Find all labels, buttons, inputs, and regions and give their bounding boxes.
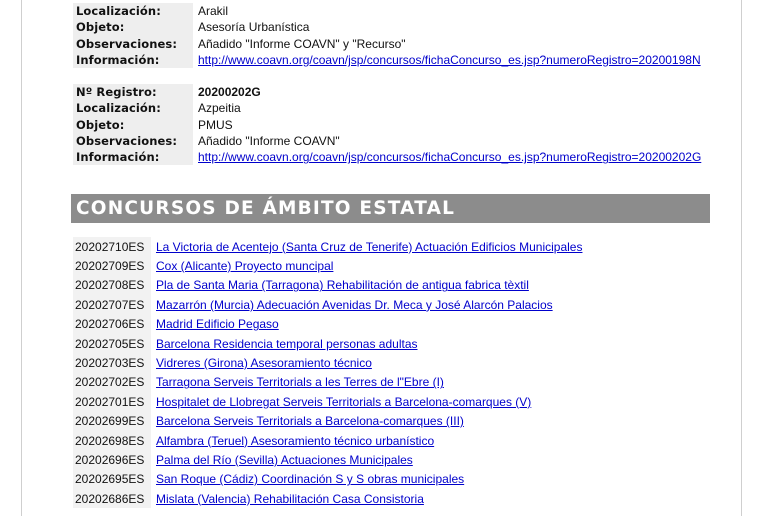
entry-title-cell: Vidreres (Girona) Asesoramiento técnico	[151, 356, 372, 370]
list-item: 20202706ES Madrid Edificio Pegaso	[73, 314, 713, 334]
entry-title-cell: Palma del Río (Sevilla) Actuaciones Muni…	[151, 453, 413, 467]
entry-title-cell: Alfambra (Teruel) Asesoramiento técnico …	[151, 434, 434, 448]
entry-title-cell: Barcelona Residencia temporal personas a…	[151, 337, 418, 351]
list-item: 20202701ES Hospitalet de Llobregat Servei…	[73, 392, 713, 412]
field-label: Nº Registro:	[73, 84, 193, 101]
entry-title-cell: La Victoria de Acentejo (Santa Cruz de T…	[151, 240, 582, 254]
entry-link[interactable]: Madrid Edificio Pegaso	[156, 317, 279, 331]
field-value: Asesoría Urbanística	[198, 20, 310, 35]
list-item: 20202709ES Cox (Alicante) Proyecto muncip…	[73, 256, 713, 276]
entry-code: 20202696ES	[73, 450, 151, 470]
field-localizacion: Localización: Azpeitia	[73, 100, 713, 117]
entry-code: 20202699ES	[73, 411, 151, 431]
informacion-link[interactable]: http://www.coavn.org/coavn/jsp/concursos…	[198, 53, 701, 67]
field-value: Arakil	[198, 4, 229, 19]
entry-code: 20202709ES	[73, 256, 151, 276]
field-label: Objeto:	[73, 116, 193, 133]
entry-link[interactable]: Tarragona Serveis Territorials a les Ter…	[156, 375, 444, 389]
entry-link[interactable]: Mislata (Valencia) Rehabilitación Casa C…	[156, 492, 424, 506]
field-value: Azpeitia	[198, 101, 241, 116]
field-value: http://www.coavn.org/coavn/jsp/concursos…	[193, 149, 701, 165]
field-informacion: Información: http://www.coavn.org/coavn/…	[73, 51, 713, 69]
field-objeto: Objeto: Asesoría Urbanística	[73, 19, 713, 36]
entry-link[interactable]: Cox (Alicante) Proyecto muncipal	[156, 259, 333, 273]
field-informacion: Información: http://www.coavn.org/coavn/…	[73, 149, 713, 166]
entry-title-cell: Cox (Alicante) Proyecto muncipal	[151, 259, 333, 273]
list-item: 20202708ES Pla de Santa Maria (Tarragona)…	[73, 275, 713, 296]
entry-title-cell: Mislata (Valencia) Rehabilitación Casa C…	[151, 492, 424, 506]
entry-title-cell: Mazarrón (Murcia) Adecuación Avenidas Dr…	[151, 298, 553, 312]
concursos-list: 20202710ES La Victoria de Acentejo (Santa…	[73, 237, 713, 509]
section-header: CONCURSOS DE ÁMBITO ESTATAL	[71, 194, 710, 223]
list-item: 20202707ES Mazarrón (Murcia) Adecuación A…	[73, 295, 713, 315]
entry-code: 20202705ES	[73, 333, 151, 354]
field-value: PMUS	[198, 117, 233, 132]
entry-code: 20202686ES	[73, 489, 151, 509]
list-item: 20202703ES Vidreres (Girona) Asesoramient…	[73, 353, 713, 373]
entry-link[interactable]: Alfambra (Teruel) Asesoramiento técnico …	[156, 434, 434, 448]
entry-title-cell: San Roque (Cádiz) Coordinación S y S obr…	[151, 472, 464, 486]
field-label: Objeto:	[73, 19, 193, 36]
entry-link[interactable]: San Roque (Cádiz) Coordinación S y S obr…	[156, 472, 464, 486]
entry-title-cell: Madrid Edificio Pegaso	[151, 317, 279, 331]
entry-link[interactable]: La Victoria de Acentejo (Santa Cruz de T…	[156, 240, 582, 254]
entry-code: 20202707ES	[73, 295, 151, 315]
field-label: Localización:	[73, 3, 193, 20]
field-value: Añadido "Informe COAVN"	[198, 134, 340, 149]
entry-title-cell: Pla de Santa Maria (Tarragona) Rehabilit…	[151, 278, 529, 292]
field-value: http://www.coavn.org/coavn/jsp/concursos…	[193, 52, 701, 68]
field-objeto: Objeto: PMUS	[73, 116, 713, 133]
entry-link[interactable]: Pla de Santa Maria (Tarragona) Rehabilit…	[156, 278, 529, 292]
entry-code: 20202708ES	[73, 275, 151, 296]
entry-code: 20202702ES	[73, 372, 151, 393]
field-label: Localización:	[73, 100, 193, 117]
entry-title-cell: Hospitalet de Llobregat Serveis Territor…	[151, 395, 531, 409]
field-value: 20200202G	[198, 85, 261, 100]
list-item: 20202699ES Barcelona Serveis Territorials…	[73, 411, 713, 431]
record-arakil: Localización: Arakil Objeto: Asesoría Ur…	[73, 3, 713, 69]
entry-code: 20202706ES	[73, 314, 151, 334]
field-label: Observaciones:	[73, 35, 193, 52]
list-item: 20202695ES San Roque (Cádiz) Coordinación…	[73, 469, 713, 490]
entry-title-cell: Tarragona Serveis Territorials a les Ter…	[151, 375, 444, 389]
list-item: 20202710ES La Victoria de Acentejo (Santa…	[73, 237, 713, 257]
entry-code: 20202710ES	[73, 237, 151, 257]
entry-link[interactable]: Palma del Río (Sevilla) Actuaciones Muni…	[156, 453, 413, 467]
entry-link[interactable]: Mazarrón (Murcia) Adecuación Avenidas Dr…	[156, 298, 553, 312]
list-item: 20202705ES Barcelona Residencia temporal …	[73, 333, 713, 354]
field-registro: Nº Registro: 20200202G	[73, 84, 713, 101]
list-item: 20202696ES Palma del Río (Sevilla) Actuac…	[73, 450, 713, 470]
entry-link[interactable]: Barcelona Serveis Territorials a Barcelo…	[156, 414, 464, 428]
informacion-link[interactable]: http://www.coavn.org/coavn/jsp/concursos…	[198, 150, 701, 164]
entry-code: 20202698ES	[73, 430, 151, 451]
entry-link[interactable]: Hospitalet de Llobregat Serveis Territor…	[156, 395, 531, 409]
record-20200202G: Nº Registro: 20200202G Localización: Azp…	[73, 84, 713, 166]
entry-link[interactable]: Vidreres (Girona) Asesoramiento técnico	[156, 356, 372, 370]
field-observaciones: Observaciones: Añadido "Informe COAVN"	[73, 132, 713, 150]
list-item: 20202686ES Mislata (Valencia) Rehabilitac…	[73, 489, 713, 509]
field-label: Información:	[73, 149, 193, 166]
list-item: 20202698ES Alfambra (Teruel) Asesoramient…	[73, 430, 713, 451]
field-observaciones: Observaciones: Añadido "Informe COAVN" y…	[73, 35, 713, 52]
field-localizacion: Localización: Arakil	[73, 3, 713, 20]
field-label: Información:	[73, 51, 193, 69]
field-label: Observaciones:	[73, 132, 193, 150]
entry-code: 20202701ES	[73, 392, 151, 412]
entry-code: 20202695ES	[73, 469, 151, 490]
list-item: 20202702ES Tarragona Serveis Territorials…	[73, 372, 713, 393]
entry-title-cell: Barcelona Serveis Territorials a Barcelo…	[151, 414, 464, 428]
field-value: Añadido "Informe COAVN" y "Recurso"	[198, 36, 406, 51]
entry-link[interactable]: Barcelona Residencia temporal personas a…	[156, 337, 418, 351]
entry-code: 20202703ES	[73, 353, 151, 373]
